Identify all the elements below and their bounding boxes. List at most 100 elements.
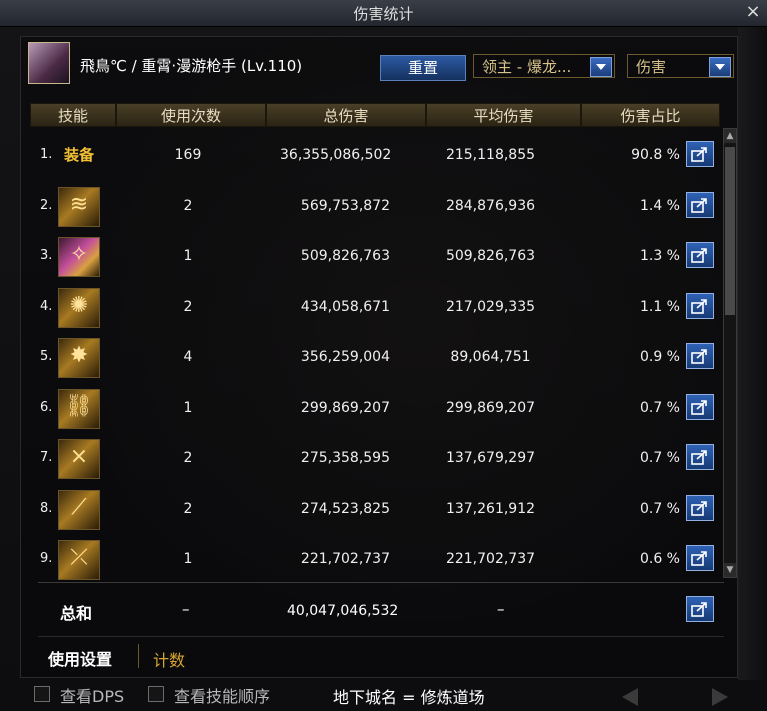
table-row[interactable]: 9. ⤫ 1 221,702,737 221,702,737 0.6 % — [30, 534, 720, 585]
row-rank: 6. — [40, 399, 53, 415]
row-average: 299,869,207 — [445, 399, 536, 416]
row-skill-name: 装备 — [64, 146, 95, 164]
table-row[interactable]: 4. ✺ 2 434,058,671 217,029,335 1.1 % — [30, 282, 720, 333]
share-icon[interactable] — [686, 292, 714, 319]
prev-page-icon[interactable] — [622, 688, 638, 706]
row-rank: 9. — [40, 551, 53, 566]
skill-icon: ⨯ — [58, 439, 100, 479]
row-total: 569,753,872 — [300, 197, 390, 214]
scrollbar-thumb[interactable] — [725, 147, 735, 315]
table-body: 1. 装备 169 36,355,086,502 215,118,855 90.… — [30, 130, 720, 585]
row-average: 137,261,912 — [445, 500, 536, 517]
skill-icon: ≋ — [58, 186, 100, 227]
row-average: 221,702,737 — [445, 551, 536, 567]
chevron-down-icon[interactable] — [709, 57, 731, 77]
view-dps-checkbox[interactable] — [34, 686, 50, 702]
row-total: 356,259,004 — [300, 349, 390, 365]
target-select-value: 领主 - 爆龙... — [482, 58, 572, 76]
summary-label: 总和 — [60, 604, 93, 623]
table-row[interactable]: 5. ✸ 4 356,259,004 89,064,751 0.9 % — [30, 332, 720, 383]
row-uses: 1 — [183, 551, 193, 567]
tab-count[interactable]: 计数 — [153, 647, 185, 671]
share-icon[interactable] — [686, 343, 714, 369]
skill-icon: ⛓ — [58, 388, 100, 429]
view-skill-order-label[interactable]: 查看技能顺序 — [174, 683, 270, 707]
avatar — [28, 42, 70, 84]
scroll-down-icon[interactable]: ▼ — [724, 563, 736, 577]
row-rank: 8. — [40, 500, 53, 516]
character-name: 飛鳥℃ / 重霄·漫游枪手 (Lv.110) — [80, 57, 303, 75]
share-icon[interactable] — [686, 191, 714, 218]
row-total: 275,358,595 — [300, 450, 390, 466]
row-share: 0.6 % — [639, 551, 680, 567]
row-rank: 1. — [40, 147, 53, 162]
row-total: 509,826,763 — [300, 248, 390, 264]
share-icon[interactable] — [686, 393, 714, 420]
share-icon[interactable] — [686, 242, 714, 268]
column-header-average[interactable]: 平均伤害 — [426, 103, 581, 127]
row-share: 0.9 % — [639, 349, 680, 365]
column-header-uses[interactable]: 使用次数 — [116, 103, 266, 127]
scroll-up-icon[interactable]: ▲ — [724, 129, 736, 143]
divider — [38, 582, 724, 583]
close-icon[interactable]: × — [743, 2, 763, 22]
table-row[interactable]: 1. 装备 169 36,355,086,502 215,118,855 90.… — [30, 130, 720, 181]
scrollbar[interactable]: ▲ ▼ — [723, 128, 737, 578]
view-dps-label[interactable]: 查看DPS — [60, 683, 124, 707]
row-total: 274,523,825 — [300, 500, 390, 517]
row-share: 1.4 % — [639, 197, 680, 214]
table-row[interactable]: 8. ⟋ 2 274,523,825 137,261,912 0.7 % — [30, 484, 720, 535]
row-uses: 1 — [183, 248, 193, 264]
row-total: 36,355,086,502 — [280, 147, 392, 163]
row-rank: 3. — [40, 248, 53, 263]
row-uses: 2 — [183, 500, 193, 517]
row-average: 215,118,855 — [445, 147, 536, 163]
share-icon[interactable] — [686, 444, 714, 470]
row-total: 434,058,671 — [300, 298, 390, 315]
row-rank: 4. — [40, 298, 53, 314]
row-average: 137,679,297 — [445, 450, 536, 466]
column-header-skill[interactable]: 技能 — [30, 103, 116, 127]
summary-uses: – — [182, 600, 190, 618]
row-total: 221,702,737 — [300, 551, 390, 567]
title-bar[interactable]: 伤害统计 × — [0, 0, 767, 27]
tab-settings[interactable]: 使用设置 — [48, 646, 112, 670]
row-average: 217,029,335 — [445, 298, 536, 315]
share-icon[interactable] — [686, 596, 714, 622]
view-skill-order-checkbox[interactable] — [148, 686, 164, 702]
share-icon[interactable] — [686, 545, 714, 571]
tab-separator — [138, 644, 139, 668]
row-uses: 2 — [183, 298, 193, 315]
skill-icon: ✸ — [58, 338, 100, 378]
target-select[interactable]: 领主 - 爆龙... — [473, 54, 615, 78]
row-rank: 7. — [40, 450, 53, 465]
table-row[interactable]: 2. ≋ 2 569,753,872 284,876,936 1.4 % — [30, 181, 720, 232]
reset-button[interactable]: 重置 — [380, 55, 466, 81]
mode-select[interactable]: 伤害 — [627, 54, 734, 78]
summary-total: 40,047,046,532 — [287, 603, 399, 619]
row-share: 0.7 % — [639, 450, 680, 466]
dungeon-name: 地下城名 = 修炼道场 — [333, 688, 485, 707]
row-share: 0.7 % — [639, 500, 680, 517]
column-header-share[interactable]: 伤害占比 — [581, 103, 720, 127]
next-page-icon[interactable] — [712, 688, 728, 706]
row-share: 1.1 % — [639, 298, 680, 315]
skill-icon: ⤫ — [58, 540, 100, 580]
skill-icon: ✺ — [58, 287, 100, 328]
row-uses: 2 — [183, 450, 193, 466]
mode-select-value: 伤害 — [636, 58, 667, 76]
share-icon[interactable] — [686, 141, 714, 167]
row-uses: 169 — [174, 147, 202, 163]
row-share: 1.3 % — [639, 248, 680, 264]
table-row[interactable]: 7. ⨯ 2 275,358,595 137,679,297 0.7 % — [30, 433, 720, 484]
share-icon[interactable] — [686, 494, 714, 521]
summary-average: – — [497, 600, 505, 618]
row-total: 299,869,207 — [300, 399, 390, 416]
divider — [38, 636, 724, 637]
table-row[interactable]: 6. ⛓ 1 299,869,207 299,869,207 0.7 % — [30, 383, 720, 434]
table-header: 技能 使用次数 总伤害 平均伤害 伤害占比 — [30, 103, 720, 127]
column-header-total[interactable]: 总伤害 — [266, 103, 426, 127]
table-row[interactable]: 3. ✧ 1 509,826,763 509,826,763 1.3 % — [30, 231, 720, 282]
row-uses: 2 — [183, 197, 193, 214]
chevron-down-icon[interactable] — [590, 57, 612, 77]
